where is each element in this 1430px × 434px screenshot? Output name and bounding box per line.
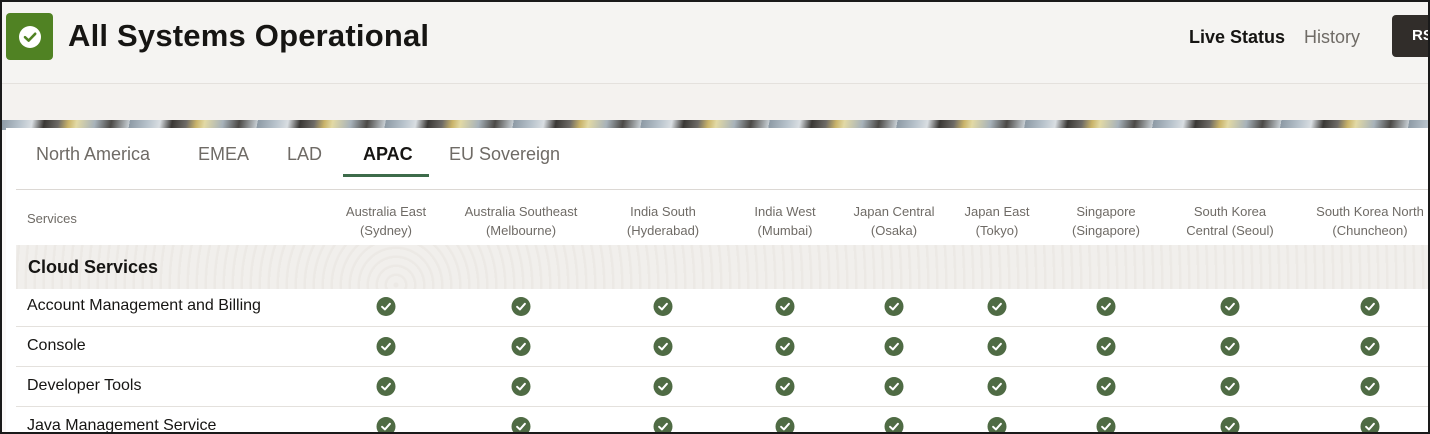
- operational-check-icon[interactable]: [775, 297, 795, 316]
- region-name: India West: [754, 204, 816, 219]
- tab-apac[interactable]: APAC: [363, 144, 413, 165]
- operational-check-icon[interactable]: [884, 417, 904, 432]
- service-name[interactable]: Account Management and Billing: [27, 297, 261, 315]
- operational-check-icon[interactable]: [653, 297, 673, 316]
- tab-emea[interactable]: EMEA: [198, 144, 249, 165]
- operational-check-icon[interactable]: [1220, 337, 1240, 356]
- region-name: Australia East: [345, 204, 427, 219]
- operational-check-icon[interactable]: [376, 337, 396, 356]
- operational-check-icon[interactable]: [1360, 377, 1380, 396]
- status-check-icon: [6, 13, 53, 60]
- tab-north-america[interactable]: North America: [36, 144, 150, 165]
- region-city: (Singapore): [1072, 223, 1140, 238]
- section-title: Cloud Services: [28, 257, 159, 277]
- decorative-banner: [2, 84, 1428, 130]
- operational-check-icon[interactable]: [376, 377, 396, 396]
- operational-check-icon[interactable]: [1360, 417, 1380, 432]
- active-tab-indicator: [343, 174, 429, 177]
- region-name: South Korea North: [1316, 204, 1424, 219]
- region-name: Australia Southeast: [464, 204, 578, 219]
- operational-check-icon[interactable]: [1096, 297, 1116, 316]
- operational-check-icon[interactable]: [511, 417, 531, 432]
- operational-check-icon[interactable]: [376, 297, 396, 316]
- region-column-header: South Korea Central (Seoul): [1186, 202, 1273, 240]
- operational-check-icon[interactable]: [1220, 377, 1240, 396]
- region-column-header: India South (Hyderabad): [627, 202, 699, 240]
- operational-check-icon[interactable]: [653, 337, 673, 356]
- region-column-header: Japan Central (Osaka): [854, 202, 935, 240]
- table-row[interactable]: Console: [16, 327, 1428, 367]
- operational-check-icon[interactable]: [775, 377, 795, 396]
- region-city: (Osaka): [870, 223, 918, 238]
- region-city: (Sydney): [359, 223, 413, 238]
- region-city: (Melbourne): [485, 223, 557, 238]
- operational-check-icon[interactable]: [884, 377, 904, 396]
- operational-check-icon[interactable]: [511, 337, 531, 356]
- page-title: All Systems Operational: [68, 18, 430, 53]
- table-row[interactable]: Java Management Service: [16, 407, 1428, 432]
- rss-button[interactable]: RSS: [1392, 15, 1428, 57]
- region-name: Japan East: [964, 204, 1030, 219]
- operational-check-icon[interactable]: [1096, 417, 1116, 432]
- operational-check-icon[interactable]: [1360, 337, 1380, 356]
- operational-check-icon[interactable]: [1220, 417, 1240, 432]
- region-column-header: Australia East (Sydney): [346, 202, 426, 240]
- region-name: South Korea: [1193, 204, 1267, 219]
- region-column-header: India West (Mumbai): [754, 202, 815, 240]
- services-column-header: Services: [27, 211, 77, 226]
- operational-check-icon[interactable]: [511, 377, 531, 396]
- region-city: Central (Seoul): [1186, 223, 1274, 238]
- operational-check-icon[interactable]: [987, 377, 1007, 396]
- operational-check-icon[interactable]: [987, 297, 1007, 316]
- region-name: Japan Central: [853, 204, 935, 219]
- region-city: (Tokyo): [975, 223, 1019, 238]
- operational-check-icon[interactable]: [775, 417, 795, 432]
- operational-check-icon[interactable]: [1096, 377, 1116, 396]
- operational-check-icon[interactable]: [1360, 297, 1380, 316]
- nav-live-status[interactable]: Live Status: [1189, 27, 1285, 48]
- service-name[interactable]: Java Management Service: [27, 417, 216, 432]
- operational-check-icon[interactable]: [653, 377, 673, 396]
- tab-lad[interactable]: LAD: [287, 144, 322, 165]
- region-name: India South: [630, 204, 696, 219]
- service-name[interactable]: Developer Tools: [27, 377, 141, 395]
- operational-check-icon[interactable]: [775, 337, 795, 356]
- operational-check-icon[interactable]: [987, 337, 1007, 356]
- region-column-header: Australia Southeast (Melbourne): [465, 202, 578, 240]
- region-tabs: North America EMEA LAD APAC EU Sovereign: [16, 128, 1428, 190]
- operational-check-icon[interactable]: [1220, 297, 1240, 316]
- operational-check-icon[interactable]: [884, 337, 904, 356]
- table-row[interactable]: Account Management and Billing: [16, 287, 1428, 327]
- operational-check-icon[interactable]: [884, 297, 904, 316]
- operational-check-icon[interactable]: [653, 417, 673, 432]
- region-column-header: South Korea North (Chuncheon): [1316, 202, 1424, 240]
- region-name: Singapore: [1076, 204, 1136, 219]
- status-page: All Systems Operational Live Status Hist…: [0, 0, 1430, 434]
- region-city: (Hyderabad): [626, 223, 700, 238]
- table-row[interactable]: Developer Tools: [16, 367, 1428, 407]
- region-city: (Mumbai): [757, 223, 813, 238]
- section-cloud-services: Cloud Services: [16, 245, 1428, 289]
- region-column-header: Japan East (Tokyo): [964, 202, 1029, 240]
- operational-check-icon[interactable]: [1096, 337, 1116, 356]
- region-column-header: Singapore (Singapore): [1072, 202, 1140, 240]
- region-city: (Chuncheon): [1332, 223, 1408, 238]
- operational-check-icon[interactable]: [376, 417, 396, 432]
- service-name[interactable]: Console: [27, 337, 86, 355]
- operational-check-icon[interactable]: [987, 417, 1007, 432]
- page-header: All Systems Operational Live Status Hist…: [2, 2, 1428, 84]
- region-status-panel: North America EMEA LAD APAC EU Sovereign…: [6, 128, 1428, 432]
- nav-history[interactable]: History: [1304, 27, 1360, 48]
- operational-check-icon[interactable]: [511, 297, 531, 316]
- tab-eu-sovereign[interactable]: EU Sovereign: [449, 144, 560, 165]
